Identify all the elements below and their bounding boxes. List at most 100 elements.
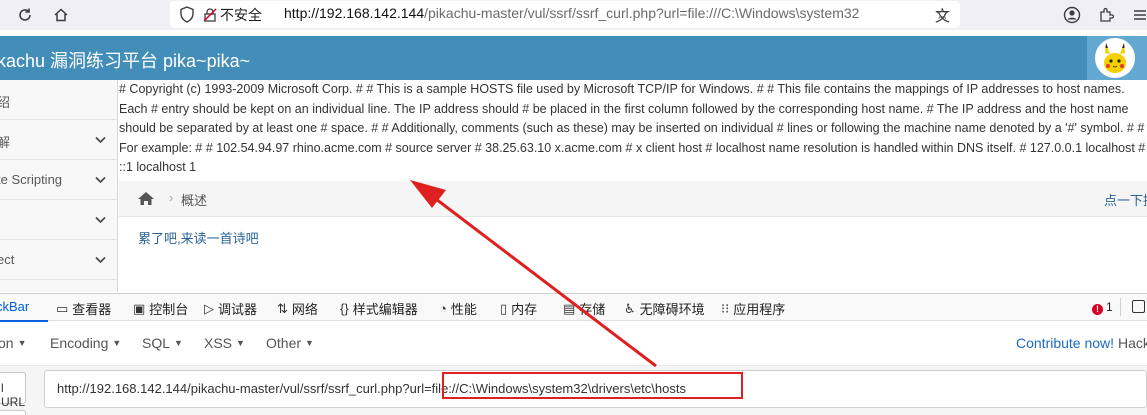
bookmark-star-icon[interactable]: ☆ bbox=[935, 4, 949, 24]
sidebar-item-label: te Scripting bbox=[0, 172, 63, 187]
hosts-file-output: # Copyright (c) 1993-2009 Microsoft Corp… bbox=[119, 82, 1146, 174]
tab-label: 性能 bbox=[450, 302, 477, 317]
contribute-link[interactable]: Contribute now! Hack bbox=[1016, 335, 1147, 351]
reload-icon[interactable] bbox=[14, 4, 36, 26]
menu-icon[interactable] bbox=[1128, 4, 1147, 26]
tab-style-editor[interactable]: {} 样式编辑器 bbox=[340, 299, 418, 318]
tab-storage[interactable]: ▤ 存储 bbox=[563, 299, 605, 318]
tab-label: 调试器 bbox=[218, 302, 258, 317]
load-url-label: l URL bbox=[1, 381, 26, 409]
tab-inspector[interactable]: ▭ 查看器 bbox=[56, 299, 111, 318]
tab-label: 样式编辑器 bbox=[352, 302, 418, 317]
app-header: kachu 漏洞练习平台 pika~pika~ bbox=[0, 36, 1147, 80]
menu-label: XSS bbox=[204, 335, 233, 351]
shield-icon[interactable] bbox=[179, 6, 195, 28]
menu-sql[interactable]: SQL ▼ bbox=[142, 335, 183, 351]
menu-label: Other bbox=[266, 335, 302, 351]
split-url-button[interactable] bbox=[0, 410, 26, 415]
chevron-down-icon bbox=[95, 212, 106, 227]
tab-label: 网络 bbox=[291, 302, 318, 317]
storage-icon: ▤ bbox=[563, 300, 576, 316]
console-icon: ▣ bbox=[133, 300, 146, 316]
menu-label: Encoding bbox=[50, 335, 109, 351]
sidebar-item-intro[interactable]: 绍 bbox=[0, 80, 118, 120]
hackbar-menu: on ▼ Encoding ▼ SQL ▼ XSS ▼ Other ▼ Contribut… bbox=[0, 322, 1147, 366]
caret-down-icon: ▼ bbox=[112, 338, 122, 348]
inspector-icon: ▭ bbox=[56, 300, 69, 316]
dock-icon[interactable] bbox=[1132, 300, 1145, 313]
tab-label: 查看器 bbox=[72, 302, 112, 317]
screen: 不安全 http://192.168.142.144/pikachu-maste… bbox=[0, 0, 1147, 415]
breadcrumb: › 概述 点一下提示 bbox=[119, 181, 1147, 217]
network-icon: ⇅ bbox=[277, 300, 288, 316]
menu-label: on bbox=[0, 335, 14, 351]
sidebar-item-sqlinject[interactable]: ect bbox=[0, 240, 118, 280]
insecure-lock-icon[interactable] bbox=[203, 8, 217, 27]
insecure-label[interactable]: 不安全 bbox=[220, 5, 262, 25]
tab-hackbar[interactable]: ckBar bbox=[0, 299, 29, 314]
menu-encoding[interactable]: Encoding ▼ bbox=[50, 335, 121, 351]
tab-hackbar-label: ckBar bbox=[0, 299, 30, 314]
contribute-suffix: Hack bbox=[1114, 335, 1147, 351]
sidebar-item-xss[interactable]: te Scripting bbox=[0, 160, 118, 200]
breadcrumb-current: 概述 bbox=[181, 193, 208, 208]
caret-down-icon: ▼ bbox=[17, 338, 27, 348]
app-title: kachu 漏洞练习平台 pika~pika~ bbox=[0, 51, 251, 71]
user-menu[interactable] bbox=[1087, 36, 1147, 80]
toolbar-divider bbox=[1120, 298, 1121, 316]
tab-debugger[interactable]: ▷ 调试器 bbox=[204, 299, 257, 318]
error-count: 1 bbox=[1106, 300, 1113, 314]
poem-link[interactable]: 累了吧,来读一首诗吧 bbox=[138, 228, 259, 247]
extensions-icon[interactable] bbox=[1095, 4, 1117, 26]
style-editor-icon: {} bbox=[340, 301, 349, 316]
account-icon[interactable] bbox=[1061, 4, 1083, 26]
error-count-badge[interactable]: ! 1 bbox=[1092, 300, 1113, 315]
caret-down-icon: ▼ bbox=[305, 338, 314, 348]
tab-network[interactable]: ⇅ 网络 bbox=[277, 299, 318, 318]
avatar[interactable] bbox=[1095, 38, 1135, 78]
hint-link[interactable]: 点一下提示 bbox=[1104, 190, 1147, 209]
error-icon: ! bbox=[1092, 304, 1103, 315]
url-path: /pikachu-master/vul/ssrf/ssrf_curl.php?u… bbox=[424, 5, 860, 21]
chevron-down-icon bbox=[95, 132, 106, 147]
memory-icon: ▯ bbox=[500, 300, 508, 316]
url-host: http://192.168.142.144 bbox=[284, 5, 425, 21]
menu-label: SQL bbox=[142, 335, 171, 351]
sidebar-item-csrf[interactable] bbox=[0, 200, 118, 240]
sidebar-item-label: 绍 bbox=[0, 95, 11, 110]
tab-console[interactable]: ▣ 控制台 bbox=[133, 299, 188, 318]
accessibility-icon: ♿ bbox=[624, 300, 636, 316]
devtools-tabs: ckBar ▭查看器 ▣控制台 ▷ 调试器 ⇅网络 {}样式编辑器 ◔性能 ▯内存… bbox=[0, 293, 1147, 322]
performance-icon: ◔ bbox=[439, 301, 447, 316]
url-text[interactable]: http://192.168.142.144/pikachu-master/vu… bbox=[284, 5, 894, 21]
tab-memory[interactable]: ▯ 内存 bbox=[500, 299, 537, 318]
sidebar-item-label: 解 bbox=[0, 135, 11, 150]
tab-label: 内存 bbox=[511, 302, 538, 317]
menu-load-url[interactable]: on ▼ bbox=[0, 335, 27, 351]
menu-xss[interactable]: XSS ▼ bbox=[204, 335, 245, 351]
application-icon: ⁝⁝ bbox=[721, 300, 730, 316]
breadcrumb-separator-icon: › bbox=[169, 190, 174, 205]
home-icon[interactable] bbox=[50, 4, 72, 26]
browser-toolbar: 不安全 http://192.168.142.144/pikachu-maste… bbox=[0, 0, 1147, 30]
sidebar: 绍 解 te Scripting ect bbox=[0, 80, 118, 292]
menu-other[interactable]: Other ▼ bbox=[266, 335, 314, 351]
caret-down-icon: ▼ bbox=[174, 338, 183, 348]
tab-label: 存储 bbox=[579, 302, 606, 317]
tab-label: 无障碍环境 bbox=[639, 302, 705, 317]
sidebar-item-bruteforce[interactable]: 解 bbox=[0, 120, 118, 160]
load-url-button[interactable]: l URL bbox=[0, 372, 26, 409]
contribute-label: Contribute now! bbox=[1016, 335, 1115, 351]
tab-accessibility[interactable]: ♿ 无障碍环境 bbox=[624, 299, 705, 318]
address-bar[interactable]: 不安全 http://192.168.142.144/pikachu-maste… bbox=[170, 1, 960, 28]
home-icon[interactable] bbox=[137, 191, 155, 211]
chevron-down-icon bbox=[95, 172, 106, 187]
tab-performance[interactable]: ◔ 性能 bbox=[439, 299, 477, 318]
caret-down-icon: ▼ bbox=[236, 338, 245, 348]
chevron-down-icon bbox=[95, 252, 106, 267]
tab-label: 应用程序 bbox=[733, 302, 786, 317]
tab-label: 控制台 bbox=[149, 302, 189, 317]
debugger-icon: ▷ bbox=[204, 300, 214, 316]
sidebar-item-label: ect bbox=[0, 252, 15, 267]
tab-application[interactable]: ⁝⁝ 应用程序 bbox=[721, 299, 785, 318]
